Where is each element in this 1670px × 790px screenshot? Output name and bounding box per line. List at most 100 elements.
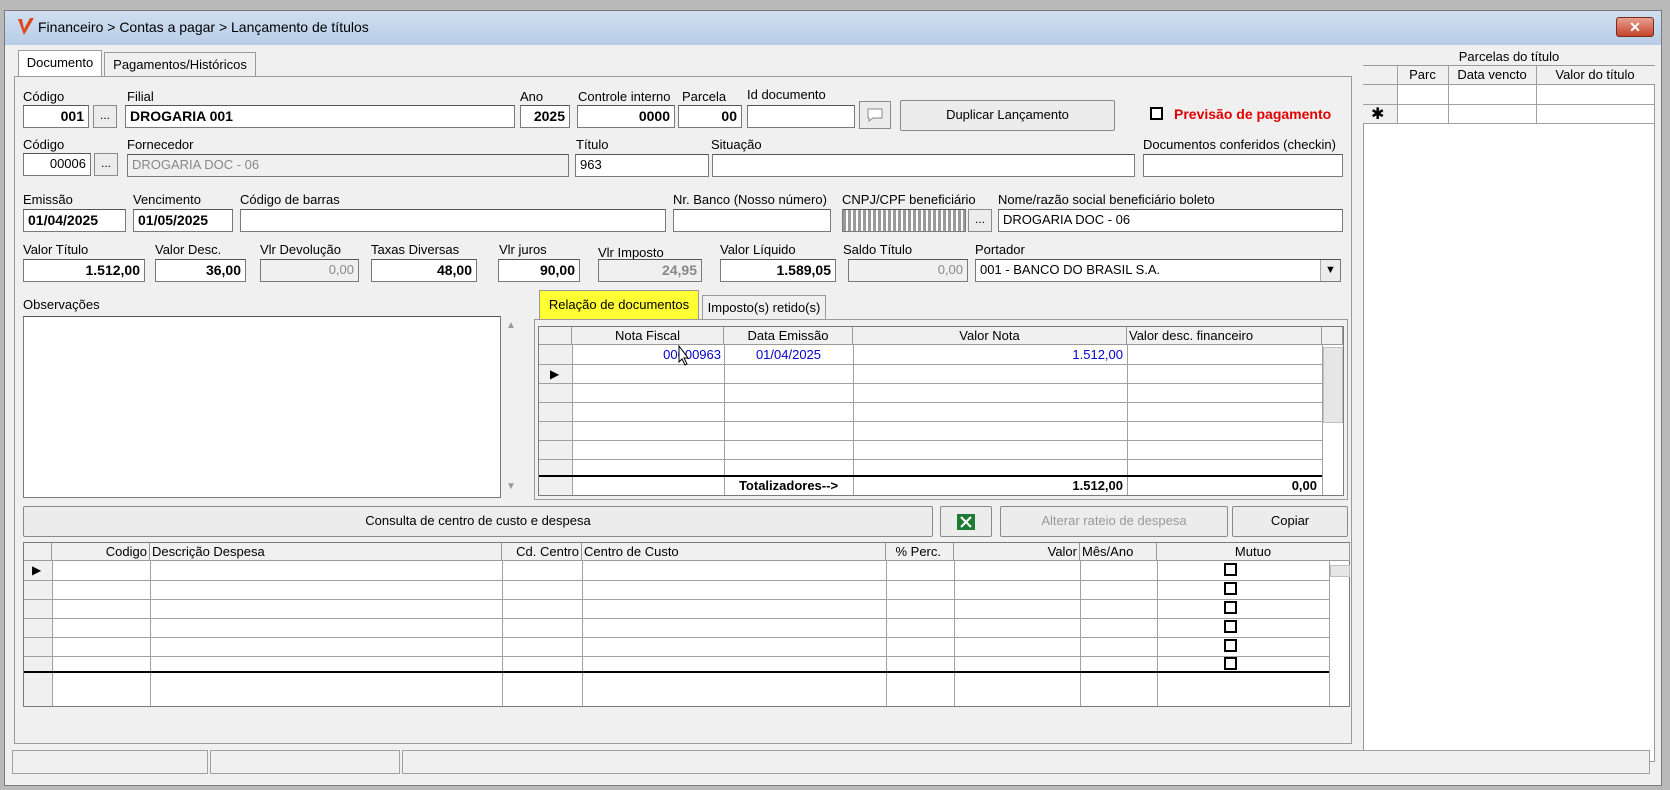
situacao-label: Situação xyxy=(711,137,762,152)
controle-interno-label: Controle interno xyxy=(578,89,671,104)
saldo-titulo-field[interactable]: 0,00 xyxy=(848,259,968,282)
vlr-devolucao-label: Vlr Devolução xyxy=(260,242,341,257)
mutuo-checkbox-3[interactable] xyxy=(1224,601,1237,614)
tab-impostos-retidos[interactable]: Imposto(s) retido(s) xyxy=(702,295,826,320)
portador-label: Portador xyxy=(975,242,1025,257)
scroll-down-icon[interactable]: ▼ xyxy=(506,481,516,492)
vlr-imposto-field[interactable]: 24,95 xyxy=(598,259,702,282)
excel-icon xyxy=(957,514,975,530)
titulo-field[interactable]: 963 xyxy=(575,154,709,177)
nr-banco-field[interactable] xyxy=(673,209,831,232)
situacao-field[interactable] xyxy=(712,154,1135,177)
total-valor-desc: 0,00 xyxy=(1291,478,1317,493)
checkin-field[interactable] xyxy=(1143,154,1343,177)
fornecedor-field[interactable]: DROGARIA DOC - 06 xyxy=(127,154,569,177)
col-mes-ano[interactable]: Mês/Ano xyxy=(1080,543,1157,561)
col-cd-centro[interactable]: Cd. Centro xyxy=(502,543,582,561)
scroll-up-icon[interactable]: ▲ xyxy=(506,320,516,331)
mutuo-checkbox-1[interactable] xyxy=(1224,563,1237,576)
codigo-fornecedor-label: Código xyxy=(23,137,65,152)
emissao-label: Emissão xyxy=(23,192,73,207)
col-descricao-despesa[interactable]: Descrição Despesa xyxy=(150,543,502,561)
comment-icon xyxy=(867,108,883,122)
valor-desc-field[interactable]: 36,00 xyxy=(155,259,246,282)
codigo-barras-label: Código de barras xyxy=(240,192,340,207)
tab-pagamentos-historicos[interactable]: Pagamentos/Históricos xyxy=(104,52,256,76)
parcela-field[interactable]: 00 xyxy=(678,105,742,128)
col-parc[interactable]: Parc xyxy=(1397,67,1448,82)
observacoes-textarea[interactable] xyxy=(23,316,501,498)
col-valor-titulo[interactable]: Valor do título xyxy=(1536,67,1654,82)
mutuo-checkbox-4[interactable] xyxy=(1224,620,1237,633)
cnpj-label: CNPJ/CPF beneficiário xyxy=(842,192,976,207)
observacoes-label: Observações xyxy=(23,297,100,312)
col-nota-fiscal[interactable]: Nota Fiscal xyxy=(572,327,724,345)
id-documento-label: Id documento xyxy=(747,87,826,102)
status-segment-2 xyxy=(210,750,400,774)
cnpj-lookup-button[interactable]: ... xyxy=(968,209,992,232)
previsao-pagamento-checkbox[interactable] xyxy=(1150,107,1163,120)
mutuo-checkbox-6[interactable] xyxy=(1224,657,1237,670)
codigo-barras-field[interactable] xyxy=(240,209,666,232)
col-valor-nota[interactable]: Valor Nota xyxy=(853,327,1127,345)
vlr-juros-field[interactable]: 90,00 xyxy=(498,259,580,282)
alterar-rateio-button[interactable]: Alterar rateio de despesa xyxy=(1000,506,1228,537)
fornecedor-lookup-button[interactable]: ... xyxy=(94,153,118,176)
col-valor-desc-financeiro[interactable]: Valor desc. financeiro xyxy=(1127,327,1322,345)
parcela-label: Parcela xyxy=(682,89,727,104)
filial-field[interactable]: DROGARIA 001 xyxy=(125,105,515,128)
cost-center-grid: Codigo Descrição Despesa Cd. Centro Cent… xyxy=(23,542,1350,707)
col-centro-custo[interactable]: Centro de Custo xyxy=(582,543,886,561)
tab-documento[interactable]: Documento xyxy=(18,50,102,76)
nota-fiscal-link[interactable]: 00000963 xyxy=(575,347,721,362)
valor-titulo-label: Valor Título xyxy=(23,242,89,257)
valor-nota-cell: 1.512,00 xyxy=(1072,347,1123,362)
nome-beneficiario-field[interactable]: DROGARIA DOC - 06 xyxy=(998,209,1343,232)
parcelas-panel xyxy=(1363,48,1655,762)
cnpj-field-masked[interactable] xyxy=(842,209,966,232)
cost-row-header-column xyxy=(24,561,52,706)
valor-liquido-label: Valor Líquido xyxy=(720,242,796,257)
controle-interno-field[interactable]: 0000 xyxy=(577,105,675,128)
id-documento-button[interactable] xyxy=(859,101,891,129)
valor-liquido-field[interactable]: 1.589,05 xyxy=(720,259,836,282)
codigo-filial-field[interactable]: 001 xyxy=(23,105,89,128)
col-data-vencto[interactable]: Data vencto xyxy=(1448,67,1536,82)
grid-scrollbar-thumb[interactable] xyxy=(1323,347,1343,423)
codigo-filial-label: Código xyxy=(23,89,65,104)
vlr-devolucao-field[interactable]: 0,00 xyxy=(260,259,359,282)
valor-desc-label: Valor Desc. xyxy=(155,242,222,257)
taxas-diversas-field[interactable]: 48,00 xyxy=(371,259,477,282)
export-excel-button[interactable] xyxy=(940,506,992,537)
copiar-button[interactable]: Copiar xyxy=(1232,506,1348,537)
mutuo-checkbox-2[interactable] xyxy=(1224,582,1237,595)
ano-field[interactable]: 2025 xyxy=(520,105,570,128)
status-segment-3 xyxy=(402,750,1650,774)
saldo-titulo-label: Saldo Título xyxy=(843,242,913,257)
fornecedor-label: Fornecedor xyxy=(127,137,194,152)
col-data-emissao[interactable]: Data Emissão xyxy=(724,327,853,345)
vencimento-field[interactable]: 01/05/2025 xyxy=(133,209,233,232)
id-documento-field[interactable] xyxy=(747,105,855,128)
grid-scroll-header xyxy=(1322,327,1343,345)
portador-dropdown-icon[interactable]: ▼ xyxy=(1320,260,1340,281)
totalizadores-label: Totalizadores--> xyxy=(738,478,839,493)
emissao-field[interactable]: 01/04/2025 xyxy=(23,209,126,232)
previsao-pagamento-label: Previsão de pagamento xyxy=(1174,106,1332,122)
col-codigo[interactable]: Codigo xyxy=(52,543,150,561)
valor-titulo-field[interactable]: 1.512,00 xyxy=(23,259,145,282)
col-mutuo[interactable]: Mutuo xyxy=(1157,543,1350,561)
filial-lookup-button[interactable]: ... xyxy=(93,105,117,128)
titulo-label: Título xyxy=(576,137,609,152)
col-perc[interactable]: % Perc. xyxy=(886,543,954,561)
tab-relacao-documentos[interactable]: Relação de documentos xyxy=(539,290,699,320)
close-button[interactable]: ✕ xyxy=(1616,17,1654,37)
portador-select[interactable]: 001 - BANCO DO BRASIL S.A. xyxy=(975,259,1341,282)
vlr-imposto-label: Vlr Imposto xyxy=(598,245,664,260)
codigo-fornecedor-field[interactable]: 00006 xyxy=(23,153,91,176)
col-valor[interactable]: Valor xyxy=(954,543,1080,561)
mutuo-checkbox-5[interactable] xyxy=(1224,639,1237,652)
consulta-centro-custo-button[interactable]: Consulta de centro de custo e despesa xyxy=(23,506,933,537)
cost-grid-scrollbar-thumb[interactable] xyxy=(1330,565,1350,577)
duplicar-lancamento-button[interactable]: Duplicar Lançamento xyxy=(900,100,1115,131)
